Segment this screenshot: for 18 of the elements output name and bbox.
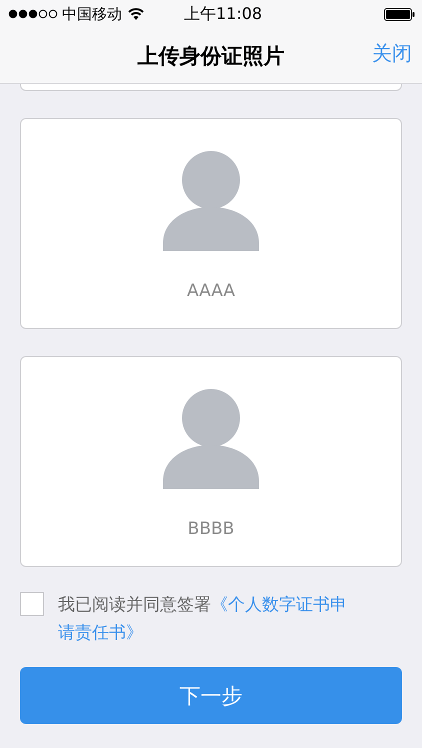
status-time: 上午11:08 [184,4,262,24]
page-title: 上传身份证照片 [138,42,284,70]
card-label: BBBB [188,519,234,539]
photo-upload-card[interactable]: AAAA [20,118,402,329]
person-icon [163,151,259,251]
agreement-link[interactable]: 《个人数字证书申 [211,595,347,615]
close-button[interactable]: 关闭 [372,40,412,67]
agreement-checkbox[interactable] [20,592,44,616]
card-label: AAAA [187,281,235,301]
wifi-icon [128,8,144,20]
signal-icon [8,9,58,19]
next-step-button[interactable]: 下一步 [20,667,402,724]
battery-icon [384,8,416,20]
photo-upload-card[interactable]: BBBB [20,356,402,567]
person-icon [163,389,259,489]
agreement-text: 我已阅读并同意签署《个人数字证书申 请责任书》 [58,594,347,645]
agreement-link[interactable]: 请责任书》 [58,623,143,643]
carrier-name: 中国移动 [62,4,122,24]
